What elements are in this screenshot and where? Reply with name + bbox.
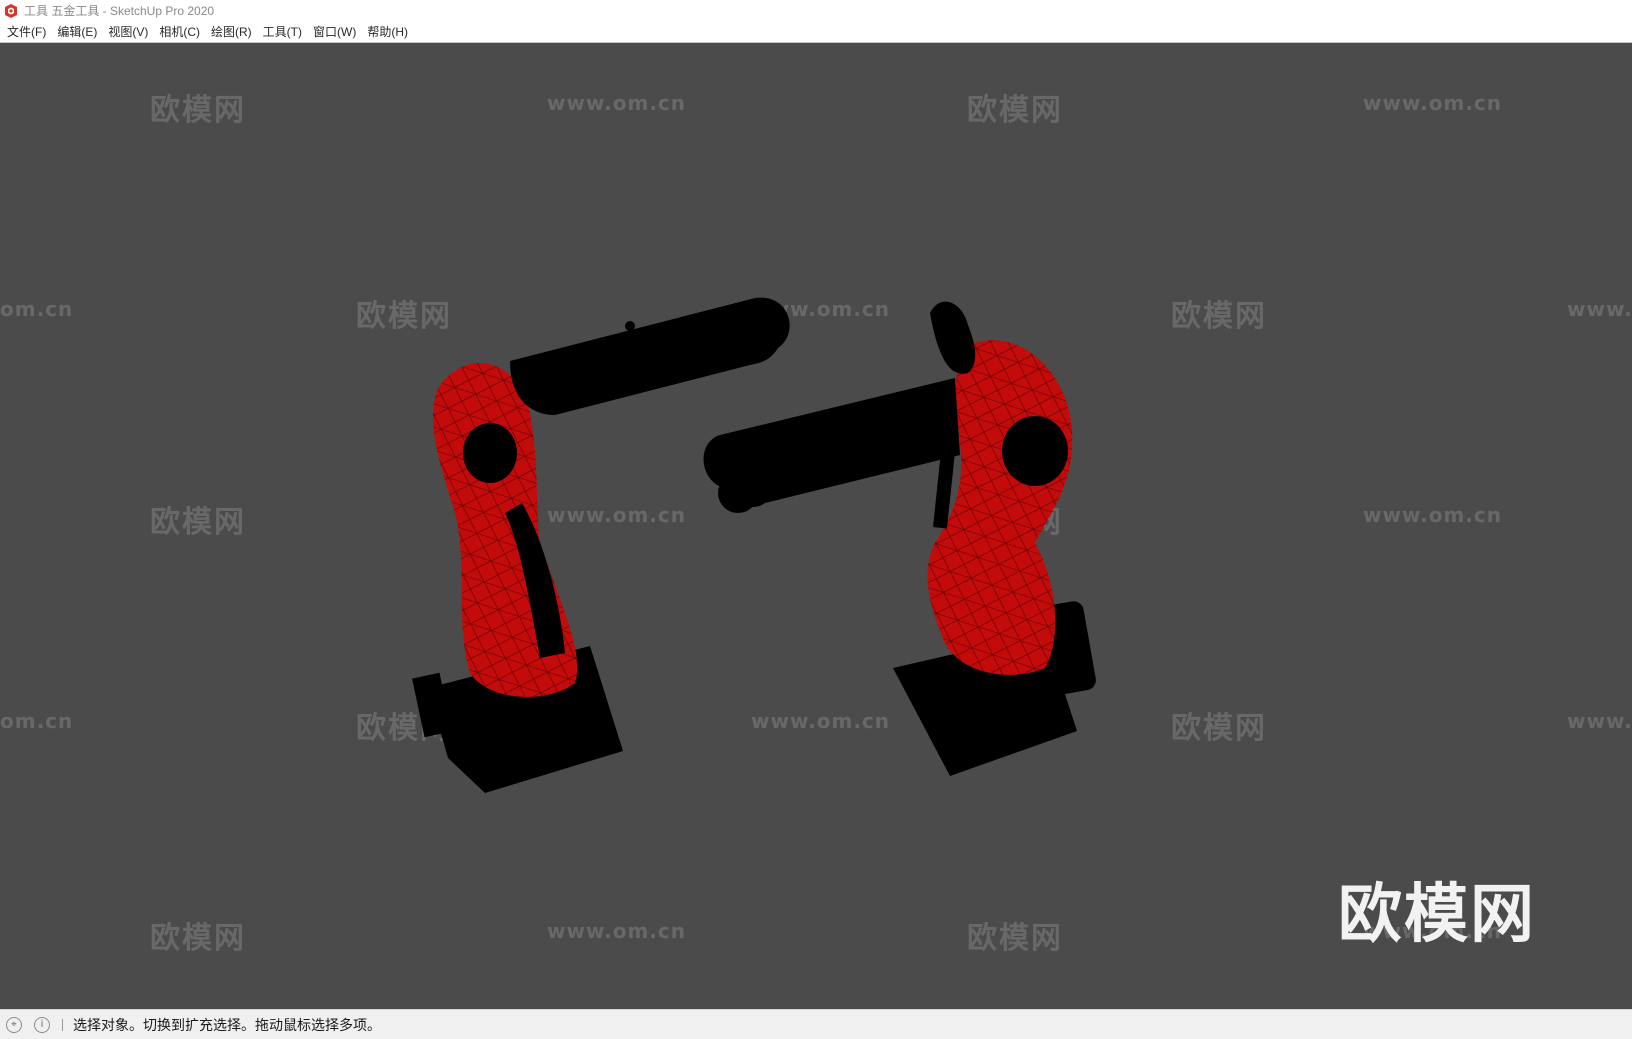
menu-view[interactable]: 视图(V): [103, 20, 154, 43]
menu-help[interactable]: 帮助(H): [362, 20, 414, 43]
watermark-logo: 欧模网: [1338, 878, 1536, 952]
menu-edit[interactable]: 编辑(E): [52, 20, 103, 43]
title-bar: 工具 五金工具 - SketchUp Pro 2020: [0, 0, 1632, 21]
window-title: 工具 五金工具 - SketchUp Pro 2020: [24, 4, 215, 18]
status-bar: ⌖ i 选择对象。切换到扩充选择。拖动鼠标选择多项。: [0, 1009, 1632, 1039]
menu-tools[interactable]: 工具(T): [258, 20, 308, 43]
geo-location-icon[interactable]: ⌖: [6, 1016, 22, 1033]
sketchup-window: 工具 五金工具 - SketchUp Pro 2020 文件(F) 编辑(E) …: [0, 0, 1632, 1039]
menu-draw[interactable]: 绘图(R): [206, 20, 258, 43]
model-viewport[interactable]: 欧模网 www.om.cn 欧模网 www.om.cn om.cn 欧模网 ww…: [0, 43, 1632, 1009]
status-message: 选择对象。切换到扩充选择。拖动鼠标选择多项。: [73, 1017, 381, 1034]
robot-arm-right: [703, 301, 1096, 776]
status-divider: [62, 1018, 63, 1031]
menu-bar: 文件(F) 编辑(E) 视图(V) 相机(C) 绘图(R) 工具(T) 窗口(W…: [0, 21, 1632, 43]
robot-arm-left: [412, 297, 790, 793]
menu-file[interactable]: 文件(F): [2, 20, 52, 43]
menu-camera[interactable]: 相机(C): [154, 20, 206, 43]
menu-window[interactable]: 窗口(W): [308, 20, 362, 43]
sketchup-logo-icon: [3, 3, 18, 18]
info-icon[interactable]: i: [34, 1016, 50, 1033]
